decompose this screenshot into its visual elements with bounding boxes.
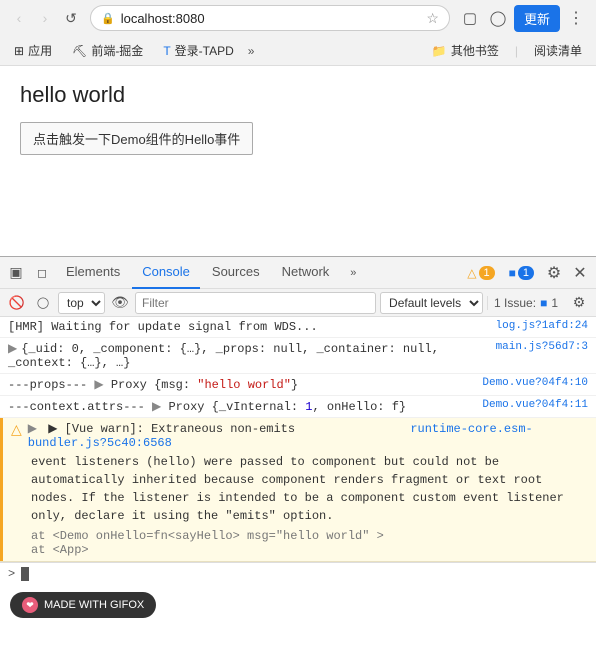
warn-expand-icon[interactable]: ▶ [28, 422, 37, 436]
tab-network[interactable]: Network [272, 257, 340, 289]
console-settings-icon[interactable]: ⚙ [568, 292, 590, 314]
console-cursor [21, 567, 29, 581]
gifox-label: MADE WITH GIFOX [44, 599, 144, 611]
info-badge: ■ 1 [503, 266, 540, 280]
bookmarks-bar: ⊞ 应用 ⛏ 前端-掘金 T 登录-TAPD » 📁 其他书签 | 阅读清单 [0, 36, 596, 66]
console-input-line: > [0, 562, 596, 585]
eye-icon[interactable]: 👁 [109, 292, 131, 314]
bookmark-apps-label: 应用 [28, 42, 52, 59]
bookmark-read[interactable]: 阅读清单 [528, 40, 588, 61]
warning-body: event listeners (hello) were passed to c… [0, 453, 596, 529]
warn-stack-line1: at <Demo onHello=fn<sayHello> msg="hello… [31, 529, 588, 543]
tab-console[interactable]: Console [132, 257, 200, 289]
warn-triangle-icon: △ [11, 422, 22, 439]
props-message: ---props--- ▶ Proxy {msg: "hello world"} [8, 377, 474, 392]
warning-block: △ ▶ ▶ [Vue warn]: Extraneous non-emits r… [0, 418, 596, 562]
warn-body-line2: automatically inherited because componen… [31, 471, 588, 489]
menu-icon[interactable]: ⋮ [564, 6, 588, 30]
warning-header: △ ▶ ▶ [Vue warn]: Extraneous non-emits r… [0, 418, 596, 453]
clear-console-icon[interactable]: 🚫 [6, 292, 28, 314]
context-message: ---context.attrs--- ▶ Proxy {_vInternal:… [8, 399, 474, 414]
title-bar: ‹ › ↺ 🔒 localhost:8080 ☆ ▢ ◯ 更新 ⋮ [0, 0, 596, 36]
more-tabs-icon[interactable]: » [341, 261, 365, 285]
update-button[interactable]: 更新 [514, 5, 560, 32]
address-bar[interactable]: 🔒 localhost:8080 ☆ [90, 5, 450, 31]
warn-body-line1: event listeners (hello) were passed to c… [31, 453, 588, 471]
bookmark-tapd[interactable]: T 登录-TAPD [157, 40, 239, 61]
warn-count: 1 [479, 266, 495, 280]
filter-input[interactable] [135, 292, 376, 314]
console-line-object: ▶{_uid: 0, _component: {…}, _props: null… [0, 338, 596, 374]
warning-header-text: ▶ ▶ [Vue warn]: Extraneous non-emits run… [28, 421, 588, 450]
issues-label: 1 Issue: [494, 296, 536, 310]
context-selector[interactable]: top [58, 292, 105, 314]
tab-sources[interactable]: Sources [202, 257, 270, 289]
warning-stack: at <Demo onHello=fn<sayHello> msg="hello… [0, 529, 596, 561]
forward-button[interactable]: › [34, 7, 56, 29]
bookmark-apps[interactable]: ⊞ 应用 [8, 40, 58, 61]
warn-stack-line2: at <App> [31, 543, 588, 557]
bookmark-tapd-label: 登录-TAPD [175, 42, 234, 59]
bookmark-juejin[interactable]: ⛏ 前端-掘金 [66, 40, 149, 61]
heart-icon: ❤ [26, 600, 34, 611]
devtools-settings-icon[interactable]: ⚙ [542, 261, 566, 285]
console-line-context: ---context.attrs--- ▶ Proxy {_vInternal:… [0, 396, 596, 418]
gifox-icon: ❤ [22, 597, 38, 613]
issues-badge: 1 Issue: ■ 1 [487, 296, 564, 310]
info-icon-small: ■ [540, 296, 547, 310]
tab-elements[interactable]: Elements [56, 257, 130, 289]
issues-count: 1 [551, 296, 558, 310]
props-source[interactable]: Demo.vue?04f4:10 [482, 377, 588, 389]
nav-buttons: ‹ › ↺ [8, 7, 82, 29]
bookmark-other[interactable]: 📁 其他书签 [426, 40, 505, 61]
device-toolbar-icon[interactable]: ◻ [30, 261, 54, 285]
levels-selector[interactable]: Default levels [380, 292, 483, 314]
apps-icon: ⊞ [14, 44, 24, 58]
devtools-close-icon[interactable]: ✕ [568, 261, 592, 285]
hmr-source[interactable]: log.js?1afd:24 [496, 320, 588, 332]
object-source[interactable]: main.js?56d7:3 [496, 341, 588, 353]
tapd-icon: T [163, 44, 170, 58]
object-message: ▶{_uid: 0, _component: {…}, _props: null… [8, 341, 488, 370]
console-line-hmr: [HMR] Waiting for update signal from WDS… [0, 317, 596, 338]
bookmark-star-icon[interactable]: ☆ [426, 10, 439, 27]
hmr-message: [HMR] Waiting for update signal from WDS… [8, 320, 488, 334]
page-content: hello world 点击触发一下Demo组件的Hello事件 [0, 66, 596, 256]
context-source[interactable]: Demo.vue?04f4:11 [482, 399, 588, 411]
warn-badge: △ 1 [461, 266, 500, 280]
devtools-tabbar: ▣ ◻ Elements Console Sources Network » △… [0, 257, 596, 289]
inspect-element-icon[interactable]: ▣ [4, 261, 28, 285]
profile-icon[interactable]: ◯ [486, 6, 510, 30]
toolbar-icons: ▢ ◯ 更新 ⋮ [458, 5, 588, 32]
console-prompt: > [8, 567, 15, 581]
lock-icon: 🔒 [101, 12, 115, 25]
folder-icon: 📁 [432, 44, 447, 58]
reload-button[interactable]: ↺ [60, 7, 82, 29]
gifox-footer[interactable]: ❤ MADE WITH GIFOX [10, 592, 156, 618]
info-icon: ■ [509, 266, 516, 280]
browser-chrome: ‹ › ↺ 🔒 localhost:8080 ☆ ▢ ◯ 更新 ⋮ ⊞ 应用 ⛏… [0, 0, 596, 66]
hello-button[interactable]: 点击触发一下Demo组件的Hello事件 [20, 122, 253, 155]
back-button[interactable]: ‹ [8, 7, 30, 29]
console-line-props: ---props--- ▶ Proxy {msg: "hello world"}… [0, 374, 596, 396]
console-messages-icon[interactable]: ◯ [32, 292, 54, 314]
warn-body-line3: nodes. If the listener is intended to be… [31, 489, 588, 507]
page-title: hello world [20, 82, 576, 108]
warn-icon: △ [467, 266, 476, 280]
warn-body-line4: only, declare it using the "emits" optio… [31, 507, 588, 525]
console-toolbar: 🚫 ◯ top 👁 Default levels 1 Issue: ■ 1 ⚙ [0, 289, 596, 317]
info-count: 1 [518, 266, 534, 280]
more-bookmarks[interactable]: » [248, 44, 255, 58]
bookmark-juejin-label: 前端-掘金 [91, 42, 143, 59]
read-mode-label: 阅读清单 [534, 42, 582, 59]
cast-icon[interactable]: ▢ [458, 6, 482, 30]
address-text: localhost:8080 [121, 11, 421, 26]
expand-icon[interactable]: ▶ [8, 342, 17, 356]
bookmarks-sep: | [515, 44, 518, 58]
other-bookmarks-label: 其他书签 [451, 42, 499, 59]
juejin-icon: ⛏ [72, 44, 87, 58]
